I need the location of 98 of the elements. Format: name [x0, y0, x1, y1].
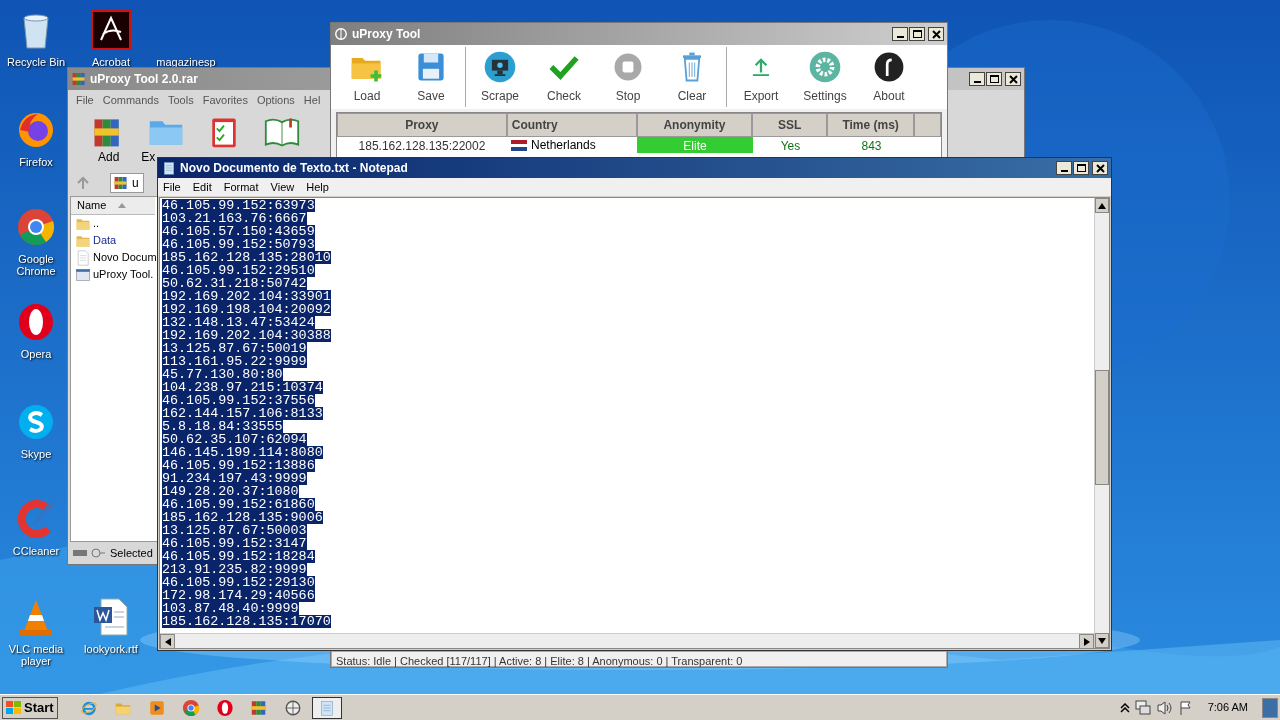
up-arrow-icon[interactable]	[1098, 202, 1106, 209]
clock[interactable]: 7:06 AM	[1207, 699, 1248, 716]
chevron-up-icon[interactable]	[1119, 702, 1130, 713]
file-name[interactable]: ..	[93, 215, 100, 232]
scroll-thumb[interactable]	[1095, 370, 1109, 485]
menu-item[interactable]: Format	[223, 178, 259, 196]
menu-item[interactable]: Favorites	[202, 91, 248, 109]
maximize-button[interactable]	[986, 72, 1002, 86]
toolbar-label[interactable]: Ex	[141, 150, 156, 164]
anonymity-cell: Elite	[637, 137, 753, 153]
minimize-button[interactable]	[969, 72, 985, 86]
down-arrow-icon[interactable]	[1098, 637, 1106, 644]
menu-item[interactable]: Edit	[192, 178, 212, 196]
chrome-icon[interactable]	[181, 698, 200, 717]
toolbar-button[interactable]: Clear	[660, 49, 724, 105]
window-title: Novo Documento de Texto.txt - Notepad	[180, 160, 409, 177]
desktop-icon-label[interactable]: Acrobat	[92, 56, 130, 68]
document-icon	[75, 249, 91, 266]
start-button[interactable]: Start	[2, 696, 58, 719]
show-desktop-button[interactable]	[1262, 697, 1278, 718]
window-title: uProxy Tool	[352, 26, 422, 43]
network-icon[interactable]	[1133, 699, 1152, 716]
toolbar-button[interactable]: Load	[335, 49, 399, 105]
column-header[interactable]: Name	[71, 197, 155, 215]
menu-item[interactable]: Help	[306, 178, 329, 196]
sort-arrow-icon	[118, 203, 127, 208]
firefox-icon[interactable]	[16, 110, 56, 150]
column-header[interactable]: Anonymity	[636, 113, 753, 137]
desktop-icon-label[interactable]: Google Chrome	[5, 253, 67, 277]
toolbar-button[interactable]: Save	[399, 49, 463, 105]
file-name[interactable]: Novo Docum	[93, 249, 157, 266]
speaker-icon[interactable]	[1155, 699, 1174, 716]
vertical-scrollbar[interactable]	[1094, 198, 1109, 648]
toolbar-button[interactable]: Scrape	[468, 49, 532, 105]
minimize-button[interactable]	[892, 27, 908, 41]
menu-item[interactable]: Commands	[102, 91, 159, 109]
menu-item[interactable]: File	[76, 91, 94, 109]
desktop-icon-label[interactable]: Recycle Bin	[6, 56, 66, 68]
notepad-icon[interactable]	[161, 160, 177, 176]
window-title: uProxy Tool 2.0.rar	[90, 71, 199, 88]
desktop-icon-label[interactable]: Skype	[20, 448, 52, 460]
settings-icon[interactable]	[807, 49, 843, 85]
toolbar-button[interactable]: Settings	[793, 49, 857, 105]
application-icon	[75, 266, 91, 283]
status-text: Selected	[110, 545, 153, 561]
close-button[interactable]	[1092, 161, 1108, 175]
address-field[interactable]: u	[110, 173, 144, 193]
opera-icon[interactable]	[16, 302, 56, 342]
left-arrow-icon[interactable]	[164, 637, 171, 646]
toolbar-button[interactable]: Export	[729, 49, 793, 105]
menu-item[interactable]: View	[270, 178, 295, 196]
menu-item[interactable]: Hel	[303, 91, 321, 109]
column-header[interactable]: Country	[506, 113, 637, 137]
minimize-button[interactable]	[1056, 161, 1072, 175]
acrobat-icon[interactable]	[91, 10, 131, 50]
column-header[interactable]: SSL	[752, 113, 828, 137]
flag-icon[interactable]	[1177, 699, 1194, 716]
file-name[interactable]: uProxy Tool.	[93, 266, 154, 283]
table-cell-text: 185.162.128.135:22002	[357, 138, 487, 153]
desktop-icon-label[interactable]: Firefox	[19, 156, 53, 168]
skype-icon[interactable]	[16, 402, 56, 442]
toolbar-button[interactable]: About	[857, 49, 921, 105]
chrome-icon[interactable]	[16, 207, 56, 247]
toolbar-button[interactable]: Stop	[596, 49, 660, 105]
globe-icon[interactable]	[283, 698, 302, 717]
horizontal-scrollbar[interactable]	[160, 633, 1094, 648]
toolbar-button[interactable]: Check	[532, 49, 596, 105]
menu-item[interactable]: File	[163, 178, 181, 196]
taskbar-button[interactable]	[311, 696, 342, 719]
media-player-icon[interactable]	[147, 698, 166, 717]
menu-item[interactable]: Tools	[168, 91, 194, 109]
flag-icon	[511, 139, 527, 151]
right-arrow-icon[interactable]	[1083, 637, 1090, 646]
close-button[interactable]	[928, 27, 944, 41]
status-bar: Status: Idle | Checked [117/117] | Active: 8 | Elite: 8 | Anonymous: 0 | Transparent: 0	[331, 651, 947, 667]
file-name[interactable]: Data	[93, 232, 117, 249]
word-document-icon[interactable]	[91, 597, 131, 637]
menu-item[interactable]: Options	[256, 91, 295, 109]
toolbar-label[interactable]: Add	[98, 150, 120, 164]
desktop-icon-label[interactable]: magazinesp	[156, 56, 216, 68]
maximize-button[interactable]	[1073, 161, 1089, 175]
monitor-icon[interactable]	[482, 49, 518, 85]
globe-icon	[334, 27, 348, 41]
table-cell-text: Netherlands	[531, 137, 596, 154]
desktop-icon-label[interactable]: Opera	[20, 348, 52, 360]
desktop-icon-label[interactable]: CCleaner	[12, 545, 60, 557]
books-icon[interactable]	[249, 698, 268, 717]
table-cell-text: Yes	[779, 138, 802, 153]
drive-icon	[72, 548, 106, 558]
books-icon[interactable]	[113, 175, 129, 191]
column-header[interactable]: Proxy	[337, 113, 507, 137]
close-button[interactable]	[1005, 72, 1021, 86]
column-header[interactable]: Time (ms)	[827, 113, 915, 137]
table-cell-text: 843	[860, 138, 883, 153]
opera-icon[interactable]	[215, 698, 234, 717]
maximize-button[interactable]	[909, 27, 925, 41]
books-icon[interactable]	[71, 71, 87, 87]
windows-logo-icon	[6, 700, 22, 715]
